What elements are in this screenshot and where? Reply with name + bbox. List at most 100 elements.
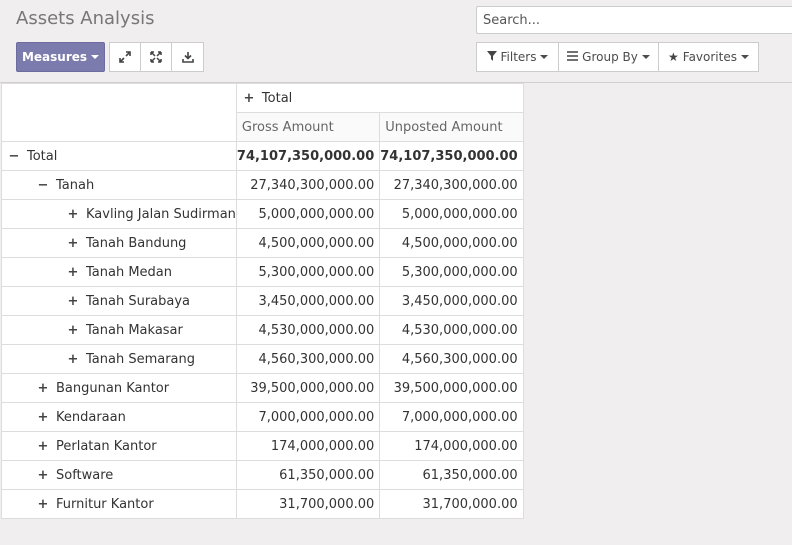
gross-amount-cell[interactable]: 39,500,000,000.00 [235,373,381,403]
row-header[interactable]: + Kendaraan [1,402,237,432]
filters-label: Filters [500,50,537,64]
expand-button[interactable] [109,42,141,72]
row-header[interactable]: + Tanah Semarang [1,344,237,374]
row-label: Software [56,467,114,483]
gross-amount-cell[interactable]: 27,340,300,000.00 [235,170,381,200]
unposted-amount-cell[interactable]: 7,000,000,000.00 [379,402,524,432]
table-row: + Tanah Semarang 4,560,300,000.00 4,560,300… [1,344,524,374]
gross-amount-cell[interactable]: 3,450,000,000.00 [235,286,381,316]
table-row: + Tanah Surabaya 3,450,000,000.00 3,450,000… [1,286,524,316]
row-label: Bangunan Kantor [56,380,170,396]
row-header[interactable]: + Tanah Surabaya [1,286,237,316]
table-row: + Tanah Medan 5,300,000,000.00 5,300,000,00… [1,257,524,287]
filter-icon [486,50,497,64]
gross-amount-cell[interactable]: 4,500,000,000.00 [235,228,381,258]
plus-icon: + [67,293,79,309]
minus-icon: − [37,177,49,193]
row-header[interactable]: + Perlatan Kantor [1,431,237,461]
measures-button[interactable]: Measures [16,42,105,72]
unposted-amount-cell[interactable]: 174,000,000.00 [379,431,524,461]
download-icon [181,48,194,67]
star-icon: ★ [668,50,679,64]
expand-arrows-icon [119,48,131,67]
unposted-amount-cell[interactable]: 4,530,000,000.00 [379,315,524,345]
table-row: + Tanah Bandung 4,500,000,000.00 4,500,000,… [1,228,524,258]
caret-down-icon [740,55,749,59]
unposted-amount-cell[interactable]: 27,340,300,000.00 [379,170,524,200]
table-row: + Perlatan Kantor 174,000,000.00 174,000,00… [1,431,524,461]
pivot-corner [1,83,237,142]
list-icon [567,50,579,64]
plus-icon: + [37,380,49,396]
download-button[interactable] [171,42,204,72]
unposted-amount-cell[interactable]: 3,450,000,000.00 [379,286,524,316]
unposted-amount-cell[interactable]: 61,350,000.00 [379,460,524,490]
favorites-button[interactable]: ★ Favorites [658,42,759,72]
unposted-amount-cell[interactable]: 5,000,000,000.00 [379,199,524,229]
unposted-amount-cell[interactable]: 31,700,000.00 [379,489,524,519]
filters-button[interactable]: Filters [476,42,559,72]
minus-icon: − [8,148,20,164]
column-header-total[interactable]: + Total [235,83,524,113]
unposted-amount-cell[interactable]: 39,500,000,000.00 [379,373,524,403]
gross-amount-cell[interactable]: 74,107,350,000.00 [235,141,381,171]
page-title: Assets Analysis [16,8,155,29]
caret-down-icon [641,55,650,59]
table-row: + Bangunan Kantor 39,500,000,000.00 39,500,… [1,373,524,403]
plus-icon: + [67,351,79,367]
measure-header-unposted[interactable]: Unposted Amount [379,112,524,142]
flip-axis-button[interactable] [140,42,172,72]
row-label: Kendaraan [56,409,126,425]
row-label: Tanah [56,177,95,193]
row-header[interactable]: + Bangunan Kantor [1,373,237,403]
plus-icon: + [67,206,79,222]
measures-label: Measures [21,50,88,64]
row-header[interactable]: + Kavling Jalan Sudirman [1,199,237,229]
unposted-amount-cell[interactable]: 74,107,350,000.00 [379,141,524,171]
plus-icon: + [67,235,79,251]
plus-icon: + [67,264,79,280]
row-header[interactable]: + Tanah Makasar [1,315,237,345]
row-header[interactable]: + Tanah Medan [1,257,237,287]
unposted-amount-cell[interactable]: 4,560,300,000.00 [379,344,524,374]
row-label: Tanah Semarang [86,351,196,367]
search-input[interactable] [476,6,792,34]
row-label: Perlatan Kantor [56,438,157,454]
row-label: Tanah Bandung [86,235,187,251]
gross-amount-cell[interactable]: 4,560,300,000.00 [235,344,381,374]
caret-down-icon [540,55,549,59]
favorites-label: Favorites [682,50,737,64]
plus-icon: + [37,409,49,425]
row-header[interactable]: + Software [1,460,237,490]
table-row: − Tanah 27,340,300,000.00 27,340,300,000.00 [1,170,524,200]
gross-amount-cell[interactable]: 4,530,000,000.00 [235,315,381,345]
row-header[interactable]: + Furnitur Kantor [1,489,237,519]
gross-amount-cell[interactable]: 174,000,000.00 [235,431,381,461]
column-header-label: Total [261,90,293,106]
row-label: Tanah Surabaya [86,293,191,309]
gross-amount-cell[interactable]: 7,000,000,000.00 [235,402,381,432]
plus-icon: + [243,90,255,106]
row-header[interactable]: − Tanah [1,170,237,200]
table-row: − Total 74,107,350,000.00 74,107,350,000.00 [1,141,524,171]
measure-header-gross[interactable]: Gross Amount [235,112,381,142]
gross-amount-cell[interactable]: 5,000,000,000.00 [235,199,381,229]
gross-amount-cell[interactable]: 61,350,000.00 [235,460,381,490]
table-row: + Kendaraan 7,000,000,000.00 7,000,000,000.… [1,402,524,432]
plus-icon: + [37,496,49,512]
table-row: + Tanah Makasar 4,530,000,000.00 4,530,000,… [1,315,524,345]
unposted-amount-cell[interactable]: 4,500,000,000.00 [379,228,524,258]
control-panel: Assets Analysis Measures Fil [0,0,792,83]
unposted-amount-cell[interactable]: 5,300,000,000.00 [379,257,524,287]
row-label: Tanah Medan [86,264,173,280]
row-header[interactable]: + Tanah Bandung [1,228,237,258]
plus-icon: + [37,467,49,483]
group-by-button[interactable]: Group By [558,42,659,72]
plus-icon: + [67,322,79,338]
plus-icon: + [37,438,49,454]
row-header[interactable]: − Total [1,141,237,171]
gross-amount-cell[interactable]: 5,300,000,000.00 [235,257,381,287]
caret-down-icon [91,55,100,59]
row-label: Total [27,148,58,164]
gross-amount-cell[interactable]: 31,700,000.00 [235,489,381,519]
